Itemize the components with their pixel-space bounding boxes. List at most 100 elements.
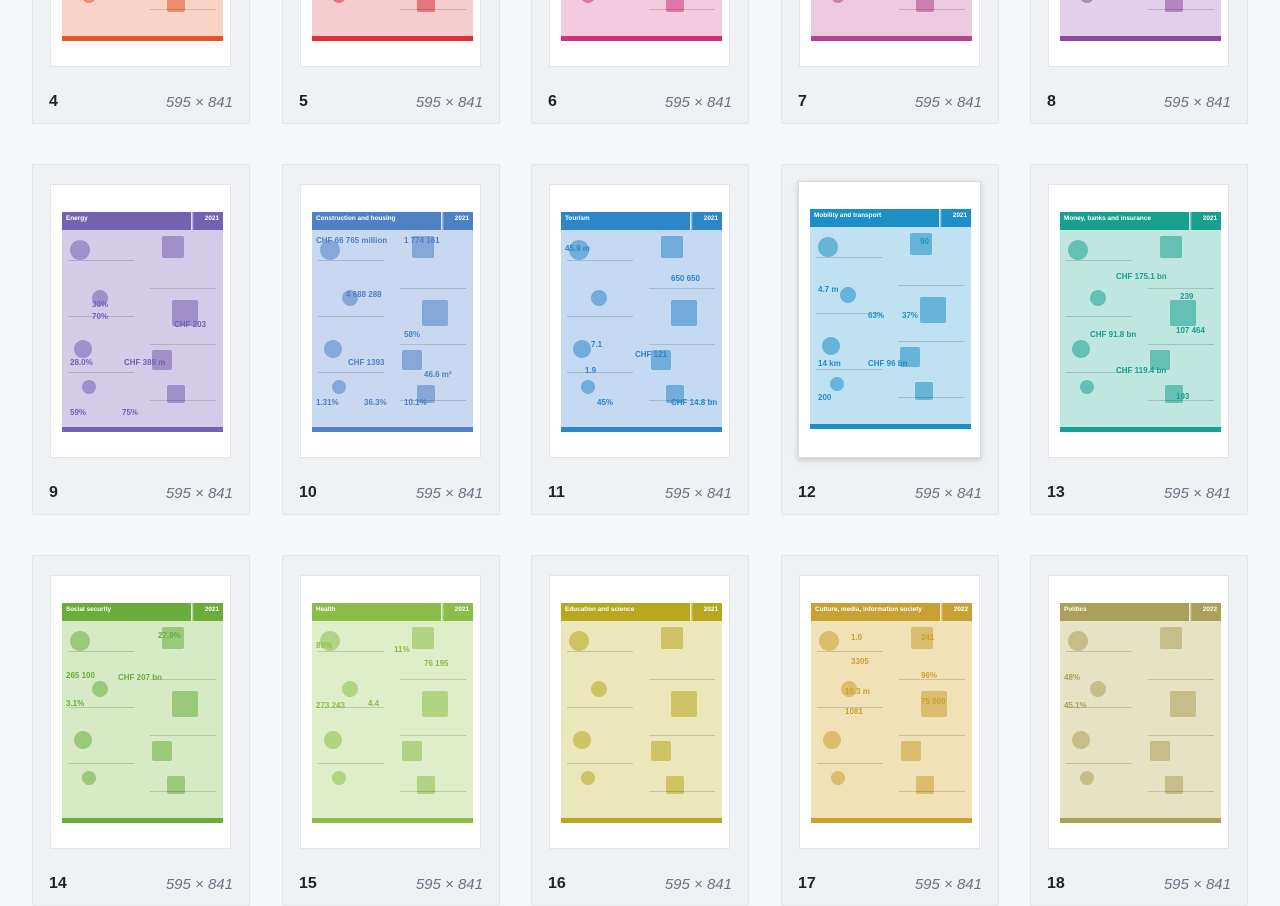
page-preview[interactable] (549, 0, 730, 67)
infographic-divider (150, 9, 216, 10)
page-preview[interactable]: Education and science 2021 (549, 575, 730, 849)
infographic-divider (400, 735, 466, 736)
infographic-illustration (402, 741, 422, 761)
page-preview[interactable]: Health 2021 85% 11% 76 195 273 243 4.4 (300, 575, 481, 849)
page-preview[interactable]: Money, banks and insurance 2021 CHF 175.1 … (1048, 184, 1229, 458)
page-thumbnail-card[interactable]: Health 2021 85% 11% 76 195 273 243 4.4 15 595 × … (282, 555, 500, 906)
infographic-divider (816, 369, 882, 370)
infographic-illustration (422, 300, 448, 326)
infographic-body (811, 0, 972, 36)
infographic-stat-value: 76 195 (424, 659, 449, 668)
page-preview[interactable]: Tourism 2021 45.9 m 650 650 7.1 1.9 45% CHF 121… (549, 184, 730, 458)
infographic-year: 2021 (454, 606, 469, 613)
infographic-divider (1066, 651, 1132, 652)
infographic-title: Construction and housing (316, 215, 396, 222)
infographic-illustration (70, 240, 90, 260)
infographic-illustration (573, 340, 591, 358)
infographic-stat-value: 45.1% (1064, 701, 1087, 710)
page-preview[interactable]: Mobility and transport 2021 90 4.7 m 63% 37% C… (798, 181, 981, 458)
infographic-year: 2022 (953, 606, 968, 613)
page-thumbnail-card[interactable]: Energy 2021 30% 70% 28.0% 59% 75% CHF 203 CHF 38… (32, 164, 250, 515)
infographic-divider (1066, 316, 1132, 317)
infographic-body (312, 0, 473, 36)
infographic-divider (1148, 735, 1214, 736)
infographic-header: Education and science 2021 (561, 603, 722, 621)
infographic-divider (1148, 344, 1214, 345)
page-dimensions: 595 × 841 (664, 876, 732, 893)
page-preview[interactable] (799, 0, 980, 67)
infographic-footer-bar (1060, 427, 1221, 432)
page-thumbnail-card[interactable]: 8 595 × 841 (1030, 0, 1248, 124)
page-preview[interactable] (50, 0, 231, 67)
infographic-divider (899, 791, 965, 792)
infographic-stat-value: 239 (1180, 292, 1194, 301)
infographic-title: Culture, media, information society (815, 606, 922, 613)
page-thumbnail-card[interactable]: Culture, media, information society 2022 1… (781, 555, 999, 906)
infographic-stat-value: 273 243 (316, 701, 345, 710)
infographic-stat-value: CHF 207 bn (118, 673, 163, 682)
page-thumbnail-card[interactable]: 6 595 × 841 (531, 0, 749, 124)
infographic-illustration (422, 691, 448, 717)
infographic-illustration (671, 300, 697, 326)
page-thumbnail-card[interactable]: Tourism 2021 45.9 m 650 650 7.1 1.9 45% CHF 121… (531, 164, 749, 515)
infographic-illustration (1080, 771, 1094, 785)
page-number: 18 (1047, 875, 1065, 892)
infographic-title: Mobility and transport (814, 212, 882, 219)
infographic-panel (62, 0, 223, 41)
page-thumbnail-card[interactable]: Construction and housing 2021 CHF 66 765 m… (282, 164, 500, 515)
infographic-panel: Health 2021 85% 11% 76 195 273 243 4.4 (312, 603, 473, 823)
page-preview[interactable]: Energy 2021 30% 70% 28.0% 59% 75% CHF 203 CHF 38… (50, 184, 231, 458)
page-preview[interactable]: Social security 2021 27.9% 265 100 CHF 207 b… (50, 575, 231, 849)
infographic-body: CHF 66 765 million 1 774 161 4 688 288 58% C… (312, 230, 473, 427)
page-number: 16 (548, 875, 566, 892)
infographic-panel: Energy 2021 30% 70% 28.0% 59% 75% CHF 203 CHF 38… (62, 212, 223, 432)
infographic-stat-value: CHF 91.8 bn (1090, 330, 1137, 339)
infographic-divider (400, 791, 466, 792)
infographic-illustration (666, 0, 684, 12)
infographic-divider (649, 9, 715, 10)
page-preview[interactable]: Politics 2022 48% 45.1% (1048, 575, 1229, 849)
page-thumbnail-card[interactable]: Mobility and transport 2021 90 4.7 m 63% 37% C… (781, 164, 999, 515)
infographic-divider (567, 260, 633, 261)
infographic-illustration (1072, 340, 1090, 358)
infographic-footer-bar (312, 818, 473, 823)
page-preview[interactable] (1048, 0, 1229, 67)
infographic-divider (817, 763, 883, 764)
infographic-header: Health 2021 (312, 603, 473, 621)
page-preview[interactable]: Culture, media, information society 2022 1… (799, 575, 980, 849)
infographic-illustration (1068, 240, 1088, 260)
infographic-header: Mobility and transport 2021 (810, 209, 971, 227)
infographic-title: Health (316, 606, 336, 613)
infographic-divider (649, 344, 715, 345)
infographic-illustration (342, 681, 358, 697)
infographic-illustration (591, 681, 607, 697)
infographic-illustration (818, 237, 838, 257)
infographic-divider (150, 735, 216, 736)
page-thumbnail-card[interactable]: 5 595 × 841 (282, 0, 500, 124)
infographic-illustration (412, 627, 434, 649)
infographic-illustration (1080, 0, 1094, 3)
page-thumbnail-card[interactable]: Politics 2022 48% 45.1% 18 595 × 841 (1030, 555, 1248, 906)
infographic-illustration (920, 297, 946, 323)
infographic-illustration (831, 0, 845, 3)
page-thumbnail-card[interactable]: Social security 2021 27.9% 265 100 CHF 207 b… (32, 555, 250, 906)
page-thumbnail-card[interactable]: Money, banks and insurance 2021 CHF 175.1 … (1030, 164, 1248, 515)
infographic-stat-value: 58% (404, 330, 421, 339)
infographic-body: 90 4.7 m 63% 37% CHF 96 bn 14 km 200 (810, 227, 971, 424)
page-thumbnail-card[interactable]: Education and science 2021 16 595 × 841 (531, 555, 749, 906)
infographic-year: 2021 (703, 215, 718, 222)
infographic-panel: Tourism 2021 45.9 m 650 650 7.1 1.9 45% CHF 121… (561, 212, 722, 432)
infographic-divider (649, 735, 715, 736)
infographic-divider (649, 791, 715, 792)
infographic-stat-value: 36.3% (364, 398, 387, 407)
page-preview[interactable] (300, 0, 481, 67)
infographic-stat-value: 650 650 (671, 274, 700, 283)
infographic-year: 2022 (1202, 606, 1217, 613)
infographic-header: Tourism 2021 (561, 212, 722, 230)
infographic-illustration (661, 236, 683, 258)
page-thumbnail-card[interactable]: 7 595 × 841 (781, 0, 999, 124)
infographic-stat-value: 1.9 (585, 366, 597, 375)
page-thumbnail-card[interactable]: 4 595 × 841 (32, 0, 250, 124)
infographic-body (62, 0, 223, 36)
page-preview[interactable]: Construction and housing 2021 CHF 66 765 m… (300, 184, 481, 458)
